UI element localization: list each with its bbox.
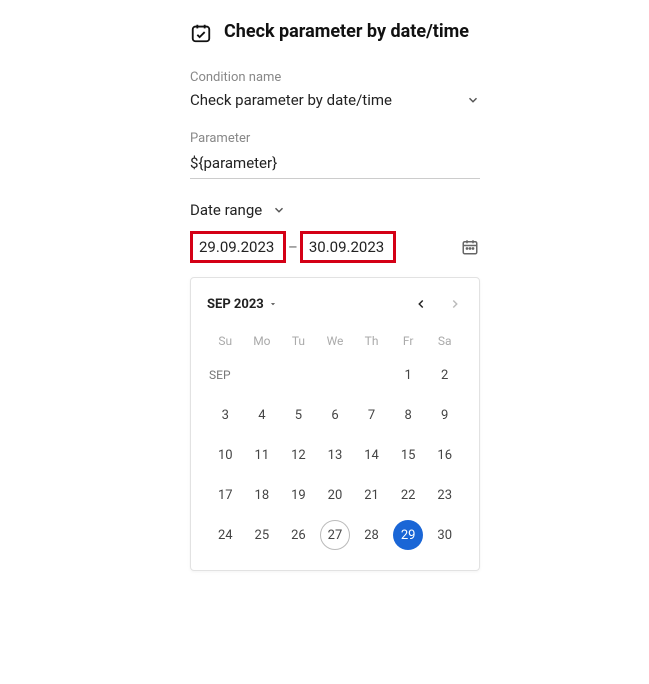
calendar-check-icon (190, 22, 212, 44)
header: Check parameter by date/time (190, 20, 480, 44)
calendar-month-short: SEP (207, 358, 244, 392)
range-end-input[interactable] (300, 231, 396, 263)
calendar-empty (244, 358, 281, 392)
calendar-header: SEP 2023 (207, 296, 463, 312)
calendar-day[interactable]: 17 (207, 478, 244, 512)
calendar-day[interactable]: 16 (426, 438, 463, 472)
range-start-input[interactable] (190, 231, 286, 263)
weekday: Tu (280, 330, 317, 352)
calendar-day[interactable]: 11 (244, 438, 281, 472)
calendar-day[interactable]: 8 (390, 398, 427, 432)
page-title: Check parameter by date/time (224, 20, 469, 44)
range-dash: – (288, 238, 298, 256)
weekday: Sa (426, 330, 463, 352)
calendar-empty (353, 358, 390, 392)
calendar-day[interactable]: 30 (426, 518, 463, 552)
calendar-day[interactable]: 3 (207, 398, 244, 432)
calendar-day[interactable]: 28 (353, 518, 390, 552)
calendar-day[interactable]: 22 (390, 478, 427, 512)
calendar-day[interactable]: 20 (317, 478, 354, 512)
weekday: Mo (244, 330, 281, 352)
calendar-next-button[interactable] (447, 296, 463, 312)
range-type-select[interactable]: Date range (190, 201, 480, 219)
calendar-day[interactable]: 1 (390, 358, 427, 392)
date-range-row: – (190, 231, 480, 263)
panel: Check parameter by date/time Condition n… (190, 20, 480, 571)
chevron-down-icon (272, 203, 286, 217)
calendar-day[interactable]: 10 (207, 438, 244, 472)
triangle-down-icon (268, 299, 278, 309)
parameter-label: Parameter (190, 131, 480, 146)
calendar-grid: SEP1234567891011121314151617181920212223… (207, 358, 463, 552)
calendar-day[interactable]: 13 (317, 438, 354, 472)
chevron-down-icon (466, 93, 480, 107)
condition-field: Condition name Check parameter by date/t… (190, 70, 480, 109)
calendar-day[interactable]: 9 (426, 398, 463, 432)
calendar-month-label: SEP 2023 (207, 297, 264, 312)
calendar-day[interactable]: 4 (244, 398, 281, 432)
weekday: Th (353, 330, 390, 352)
calendar-month-select[interactable]: SEP 2023 (207, 297, 278, 312)
calendar-nav (413, 296, 463, 312)
calendar-empty (280, 358, 317, 392)
calendar-popup: SEP 2023 Su Mo Tu We Th Fr Sa SEP1234567… (190, 277, 480, 571)
calendar-day[interactable]: 26 (280, 518, 317, 552)
calendar-day[interactable]: 21 (353, 478, 390, 512)
parameter-field: Parameter (190, 131, 480, 179)
calendar-weekdays: Su Mo Tu We Th Fr Sa (207, 330, 463, 352)
calendar-day[interactable]: 14 (353, 438, 390, 472)
condition-select[interactable]: Check parameter by date/time (190, 91, 480, 109)
calendar-icon-button[interactable] (460, 237, 480, 257)
calendar-day[interactable]: 15 (390, 438, 427, 472)
calendar-day[interactable]: 19 (280, 478, 317, 512)
parameter-input[interactable] (190, 152, 480, 179)
calendar-day[interactable]: 23 (426, 478, 463, 512)
condition-value: Check parameter by date/time (190, 91, 392, 109)
calendar-day[interactable]: 24 (207, 518, 244, 552)
calendar-empty (317, 358, 354, 392)
calendar-day[interactable]: 25 (244, 518, 281, 552)
calendar-day[interactable]: 29 (390, 518, 427, 552)
range-type-label: Date range (190, 201, 262, 219)
calendar-day[interactable]: 7 (353, 398, 390, 432)
calendar-day[interactable]: 6 (317, 398, 354, 432)
calendar-day[interactable]: 12 (280, 438, 317, 472)
calendar-prev-button[interactable] (413, 296, 429, 312)
weekday: Fr (390, 330, 427, 352)
weekday: Su (207, 330, 244, 352)
calendar-day[interactable]: 2 (426, 358, 463, 392)
condition-label: Condition name (190, 70, 480, 85)
calendar-day[interactable]: 18 (244, 478, 281, 512)
calendar-day[interactable]: 27 (317, 518, 354, 552)
calendar-day[interactable]: 5 (280, 398, 317, 432)
weekday: We (317, 330, 354, 352)
